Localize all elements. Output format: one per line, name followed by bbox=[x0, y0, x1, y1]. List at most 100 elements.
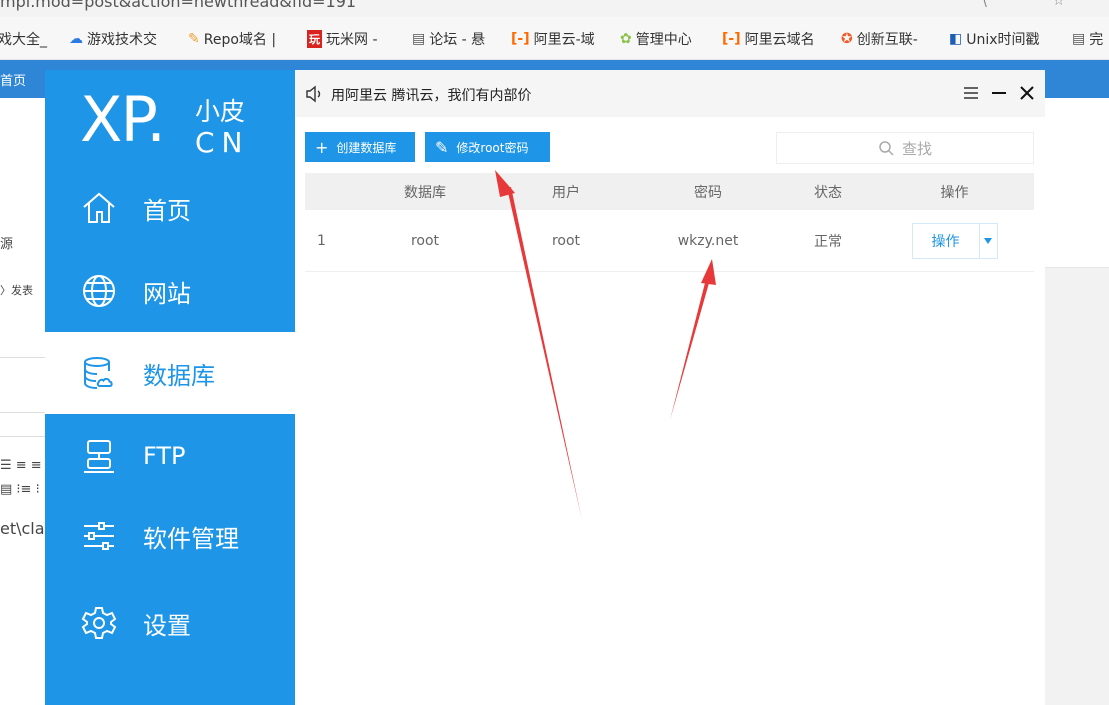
aliyun-icon: [-] bbox=[722, 31, 741, 47]
logo: XP. 小皮 CN bbox=[80, 78, 260, 162]
address-bar[interactable]: mpl.mod=post&action=newthread&fid=191 ⟨ … bbox=[0, 0, 1109, 17]
sidebar-item-label: 软件管理 bbox=[143, 524, 239, 553]
bookmark-item[interactable]: 戏大全_ bbox=[0, 29, 47, 49]
bookmark-item[interactable]: 玩玩米网 - bbox=[307, 29, 378, 49]
divider bbox=[0, 357, 45, 358]
editor-toolbar-fragment: ☰ ≡ ≡ bbox=[0, 458, 42, 473]
unix-icon: ◧ bbox=[949, 31, 963, 47]
promo-notice[interactable]: 用阿里云 腾讯云，我们有内部价 bbox=[331, 85, 531, 105]
bookmark-label: Unix时间戳 bbox=[966, 32, 1040, 48]
row-status: 正常 bbox=[814, 233, 842, 250]
sidebar-item-ftp[interactable]: FTP bbox=[45, 415, 295, 497]
row-user: root bbox=[551, 232, 581, 249]
forum-background-gray bbox=[1045, 268, 1109, 705]
table-row: 1 root root wkzy.net 正常 操作 bbox=[305, 210, 1034, 272]
bookmarks-bar: 戏大全_ ☁ 游戏技术交 ✎ Repo域名 | 玩玩米网 - ▤ 论坛 - 悬 [-]… bbox=[0, 17, 1109, 60]
forum-fragment: 源 bbox=[0, 237, 14, 252]
bookmark-label: 戏大全_ bbox=[0, 32, 47, 48]
bookmark-item[interactable]: ◧ Unix时间戳 bbox=[949, 29, 1040, 49]
admin-icon: ✿ bbox=[620, 31, 632, 47]
sidebar-item-database[interactable]: 数据库 bbox=[45, 332, 295, 414]
button-label: 创建数据库 bbox=[336, 140, 397, 155]
bookmark-item[interactable]: ✎ Repo域名 | bbox=[188, 29, 276, 49]
bookmark-label: 游戏技术交 bbox=[87, 32, 157, 48]
row-database: root bbox=[410, 232, 440, 249]
search-placeholder: 查找 bbox=[901, 139, 932, 158]
site-nav-home[interactable]: 首页 bbox=[0, 70, 26, 89]
header-user: 用户 bbox=[552, 184, 580, 201]
sliders-icon bbox=[84, 522, 114, 550]
bookmark-label: Repo域名 | bbox=[203, 32, 277, 48]
bookmark-label: 论坛 - 悬 bbox=[429, 32, 486, 48]
header-database: 数据库 bbox=[404, 184, 446, 201]
close-icon[interactable] bbox=[1016, 82, 1038, 104]
table-header: 数据库 用户 密码 状态 操作 bbox=[305, 173, 1034, 210]
aliyun-icon: [-] bbox=[511, 31, 530, 47]
sidebar-item-website[interactable]: 网站 bbox=[45, 250, 295, 332]
sidebar-item-home[interactable]: 首页 bbox=[45, 167, 295, 249]
minimize-icon[interactable] bbox=[988, 82, 1010, 104]
home-icon bbox=[83, 192, 115, 223]
bookmark-item[interactable]: [-] 阿里云-域 bbox=[511, 29, 595, 49]
page-icon: ▤ bbox=[1072, 31, 1086, 47]
bookmark-label: 阿里云域名 bbox=[744, 32, 815, 48]
sidebar-item-label: 设置 bbox=[143, 611, 191, 640]
header-status: 状态 bbox=[814, 184, 842, 201]
browser-actions: ⟨ ☆ bbox=[982, 0, 1095, 9]
row-index: 1 bbox=[317, 232, 326, 249]
menu-icon[interactable] bbox=[960, 82, 982, 104]
repo-icon: ✎ bbox=[188, 31, 200, 47]
cloud-icon: ☁ bbox=[69, 31, 83, 47]
bookmark-label: 管理中心 bbox=[635, 32, 692, 48]
bookmark-item[interactable]: ☁ 游戏技术交 bbox=[69, 29, 157, 49]
bookmark-item[interactable]: [-] 阿里云域名 bbox=[722, 29, 815, 49]
header-action: 操作 bbox=[940, 184, 969, 201]
sidebar-item-software[interactable]: 软件管理 bbox=[45, 495, 295, 577]
bookmark-label: 完 bbox=[1089, 32, 1104, 48]
row-password: wkzy.net bbox=[677, 232, 739, 249]
database-icon bbox=[84, 357, 113, 389]
search-icon bbox=[879, 141, 894, 156]
search-input[interactable]: 查找 bbox=[776, 132, 1034, 164]
action-dropdown[interactable]: 操作 bbox=[911, 222, 998, 259]
sidebar-item-label: 数据库 bbox=[143, 361, 215, 390]
chevron-down-icon[interactable] bbox=[978, 223, 997, 258]
pencil-icon: ✎ bbox=[435, 137, 449, 157]
sidebar-item-label: 首页 bbox=[143, 196, 191, 225]
database-content: + 创建数据库 ✎ 修改root密码 查找 数据库 用户 密码 状态 操作 1 … bbox=[295, 117, 1045, 705]
main-panel: 用阿里云 腾讯云，我们有内部价 + 创建数据库 ✎ 修改root密码 查找 数据… bbox=[295, 70, 1045, 705]
ftp-icon bbox=[84, 440, 114, 473]
logo-main: XP. bbox=[80, 83, 166, 156]
chuangxin-icon: ✪ bbox=[841, 31, 853, 47]
bookmark-item[interactable]: ▤ 论坛 - 悬 bbox=[412, 29, 485, 49]
divider bbox=[0, 412, 45, 413]
forum-background-panel bbox=[1045, 98, 1109, 268]
sidebar-item-label: FTP bbox=[143, 442, 186, 470]
wanmi-icon: 玩 bbox=[307, 30, 322, 48]
speaker-icon bbox=[306, 85, 321, 103]
bookmark-item[interactable]: ✿ 管理中心 bbox=[620, 29, 692, 49]
url-text: mpl.mod=post&action=newthread&fid=191 bbox=[0, 0, 357, 11]
sidebar: XP. 小皮 CN 首页 网站 数据库 FTP 软件管理 设置 bbox=[45, 70, 295, 705]
page-icon: ▤ bbox=[412, 31, 426, 47]
logo-bottom: CN bbox=[195, 126, 250, 159]
globe-icon bbox=[83, 275, 115, 307]
button-label: 修改root密码 bbox=[456, 140, 529, 155]
logo-top: 小皮 bbox=[195, 97, 246, 126]
forum-breadcrumb-fragment: 〉发表 bbox=[0, 284, 33, 297]
sidebar-item-label: 网站 bbox=[143, 279, 191, 308]
bookmark-label: 创新互联- bbox=[856, 32, 918, 48]
plus-icon: + bbox=[315, 137, 329, 157]
title-bar: 用阿里云 腾讯云，我们有内部价 bbox=[295, 70, 1045, 117]
header-password: 密码 bbox=[694, 184, 722, 201]
database-table: 数据库 用户 密码 状态 操作 1 root root wkzy.net 正常 … bbox=[305, 173, 1034, 272]
bookmark-item[interactable]: ✪ 创新互联- bbox=[841, 29, 918, 49]
create-database-button[interactable]: + 创建数据库 bbox=[305, 132, 415, 162]
editor-toolbar-fragment: ▤ ⁝≡ ⁝ bbox=[0, 482, 40, 497]
bookmark-label: 玩米网 - bbox=[326, 32, 378, 48]
sidebar-item-settings[interactable]: 设置 bbox=[45, 582, 295, 664]
bookmark-item[interactable]: ▤ 完 bbox=[1072, 29, 1103, 49]
modify-root-password-button[interactable]: ✎ 修改root密码 bbox=[425, 132, 550, 162]
action-button[interactable]: 操作 bbox=[913, 224, 979, 258]
bookmark-label: 阿里云-域 bbox=[533, 32, 595, 48]
